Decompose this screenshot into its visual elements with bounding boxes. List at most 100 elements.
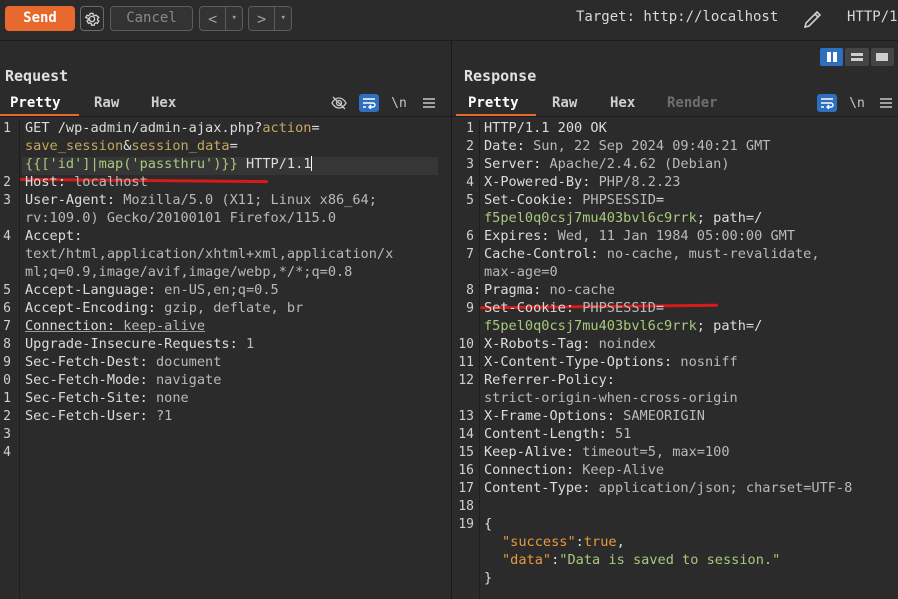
response-line-session-id: f5pel0q0csj7mu403bvl6c9rrk; path=/	[484, 210, 763, 226]
line-number: 9	[3, 355, 11, 370]
request-tab-hex[interactable]: Hex	[151, 95, 176, 111]
gear-icon	[84, 12, 100, 26]
response-line: X-Powered-By: PHP/8.2.23	[484, 174, 681, 190]
response-line: Set-Cookie: PHPSESSID=	[484, 192, 665, 208]
newline-toggle[interactable]: \n	[389, 94, 409, 112]
request-tab-pretty[interactable]: Pretty	[10, 95, 61, 111]
line-number: 3	[466, 157, 474, 172]
response-line: Connection: Keep-Alive	[484, 462, 665, 478]
columns-icon	[826, 52, 837, 62]
back-arrow-icon: <	[208, 9, 218, 28]
line-number: 5	[3, 283, 11, 298]
line-number: 1	[466, 121, 474, 136]
request-gutter: 1 2 3 4 5 6 7 8 9 0 1 2 3 4	[0, 120, 20, 599]
response-tabs: Pretty Raw Hex Render \n	[452, 92, 898, 117]
single-pane-icon	[876, 53, 889, 61]
wrap-lines-button[interactable]	[817, 94, 837, 112]
forward-arrow-icon: >	[257, 9, 267, 28]
response-gutter: 1 2 3 4 5 6 7 8 9 10 11 12 13 14 15 16 1…	[452, 120, 480, 599]
line-number: 11	[458, 355, 474, 370]
edit-target-button[interactable]	[801, 7, 825, 31]
request-menu-button[interactable]	[419, 94, 439, 112]
json-line: "data":"Data is saved to session."	[502, 552, 781, 568]
line-number: 6	[3, 301, 11, 316]
request-title: Request	[5, 67, 69, 85]
rows-icon	[850, 53, 863, 61]
line-number: 6	[466, 229, 474, 244]
response-tab-pretty[interactable]: Pretty	[468, 95, 519, 111]
request-pane: Request Pretty Raw Hex \n 1 2 3 4 5 6 7 …	[0, 41, 452, 599]
request-line: User-Agent: Mozilla/5.0 (X11; Linux x86_…	[25, 192, 377, 208]
response-line: X-Frame-Options: SAMEORIGIN	[484, 408, 705, 424]
wrap-lines-button[interactable]	[359, 94, 379, 112]
request-line: save_session&session_data=	[25, 138, 238, 154]
response-line: max-age=0	[484, 264, 558, 280]
send-button[interactable]: Send	[5, 6, 75, 31]
response-tab-hex[interactable]: Hex	[610, 95, 635, 111]
request-line: rv:109.0) Gecko/20100101 Firefox/115.0	[25, 210, 336, 226]
line-number: 8	[3, 337, 11, 352]
request-editor[interactable]: 1 2 3 4 5 6 7 8 9 0 1 2 3 4 GET /wp-admi…	[0, 120, 451, 599]
back-button[interactable]: < ▾	[199, 6, 243, 31]
json-line: "success":true,	[502, 534, 625, 550]
line-number: 19	[458, 517, 474, 532]
hide-nonprintable-button[interactable]	[329, 94, 349, 112]
line-number: 12	[458, 373, 474, 388]
line-number: 2	[466, 139, 474, 154]
response-line: Cache-Control: no-cache, must-revalidate…	[484, 246, 820, 262]
line-number: 2	[3, 409, 11, 424]
response-line: X-Content-Type-Options: nosniff	[484, 354, 738, 370]
line-number: 15	[458, 445, 474, 460]
response-line: Date: Sun, 22 Sep 2024 09:40:21 GMT	[484, 138, 771, 154]
settings-button[interactable]	[80, 6, 104, 31]
line-number: 8	[466, 283, 474, 298]
forward-button[interactable]: > ▾	[248, 6, 292, 31]
layout-stacked-button[interactable]	[845, 48, 869, 66]
hamburger-icon	[880, 98, 892, 108]
line-number: 18	[458, 499, 474, 514]
http-version-toggle[interactable]: HTTP/1	[847, 9, 898, 25]
response-line: }	[484, 570, 493, 586]
line-number: 3	[3, 427, 11, 442]
line-number: 4	[3, 445, 11, 460]
response-line: Pragma: no-cache	[484, 282, 615, 298]
request-tab-raw[interactable]: Raw	[94, 95, 119, 111]
request-line: Host: localhost	[25, 174, 148, 190]
response-line: X-Robots-Tag: noindex	[484, 336, 656, 352]
request-line: Sec-Fetch-Site: none	[25, 390, 189, 406]
request-line: Sec-Fetch-Mode: navigate	[25, 372, 222, 388]
text-cursor	[311, 156, 313, 171]
response-line: strict-origin-when-cross-origin	[484, 390, 738, 406]
newline-toggle[interactable]: \n	[847, 94, 867, 112]
request-line: Connection: keep-alive	[25, 318, 206, 334]
response-tab-raw[interactable]: Raw	[552, 95, 577, 111]
request-line: text/html,application/xhtml+xml,applicat…	[25, 246, 394, 262]
request-line-payload: {{['id']|map('passthru')}} HTTP/1.1	[25, 156, 313, 172]
response-editor[interactable]: 1 2 3 4 5 6 7 8 9 10 11 12 13 14 15 16 1…	[452, 120, 898, 599]
response-pane: Response Pretty Raw Hex Render \n 1 2 3 …	[452, 41, 898, 599]
layout-switcher	[820, 48, 894, 66]
response-menu-button[interactable]	[876, 94, 896, 112]
line-number: 13	[458, 409, 474, 424]
request-line: Accept:	[25, 228, 83, 244]
response-line: {	[484, 516, 493, 532]
forward-dropdown-icon[interactable]: ▾	[274, 7, 291, 30]
cancel-button[interactable]: Cancel	[110, 6, 193, 31]
line-number: 4	[3, 229, 11, 244]
request-tabs: Pretty Raw Hex \n	[0, 92, 451, 117]
response-line: f5pel0q0csj7mu403bvl6c9rrk; path=/	[484, 318, 763, 334]
line-number: 16	[458, 463, 474, 478]
layout-side-by-side-button[interactable]	[820, 48, 844, 66]
response-tab-render[interactable]: Render	[667, 95, 718, 111]
line-number: 17	[458, 481, 474, 496]
response-line: Set-Cookie: PHPSESSID=	[484, 300, 665, 316]
back-dropdown-icon[interactable]: ▾	[225, 7, 242, 30]
top-toolbar: Send Cancel < ▾ > ▾ Target: http://local…	[0, 0, 898, 41]
active-tab-indicator	[0, 114, 79, 116]
layout-tabs-button[interactable]	[870, 48, 894, 66]
request-line: Sec-Fetch-User: ?1	[25, 408, 173, 424]
eye-slash-icon	[331, 96, 347, 110]
line-number: 5	[466, 193, 474, 208]
request-line: Accept-Language: en-US,en;q=0.5	[25, 282, 279, 298]
response-title: Response	[464, 67, 537, 85]
